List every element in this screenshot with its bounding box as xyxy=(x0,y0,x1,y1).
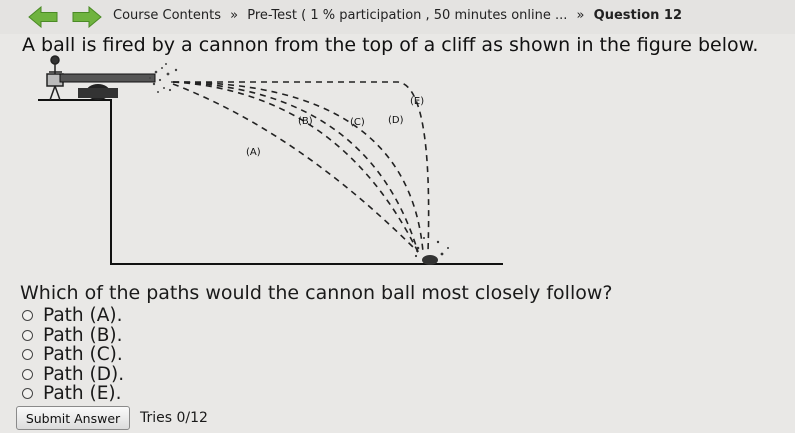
path-label-c: (C) xyxy=(350,117,365,128)
submit-answer-button[interactable]: Submit Answer xyxy=(16,406,130,430)
path-label-a: (A) xyxy=(246,147,261,158)
answer-options: Path (A). Path (B). Path (C). Path (D). … xyxy=(22,305,125,405)
breadcrumb-separator: » xyxy=(230,8,239,23)
path-label-e: (E) xyxy=(410,96,424,107)
option-label: Path (A). xyxy=(43,305,123,327)
path-label-b: (B) xyxy=(298,116,313,127)
impact-burst xyxy=(414,237,449,265)
cannon-icon xyxy=(59,73,156,100)
breadcrumb-course-contents[interactable]: Course Contents xyxy=(113,8,221,23)
radio-button[interactable] xyxy=(22,310,33,322)
cliff-cannon-figure: (A) (B) (C) (D) (E) xyxy=(38,55,503,265)
top-navigation-bar: Course Contents » Pre-Test ( 1 % partici… xyxy=(0,0,795,34)
tries-counter: Tries 0/12 xyxy=(140,410,208,426)
cliff-outline xyxy=(38,99,503,265)
question-prompt: Which of the paths would the cannon ball… xyxy=(20,282,613,304)
path-c-curve xyxy=(172,81,419,253)
path-e-curve xyxy=(173,81,430,253)
option-path-e[interactable]: Path (E). xyxy=(22,383,124,405)
radio-button[interactable] xyxy=(22,368,33,380)
back-arrow-icon[interactable] xyxy=(28,6,58,28)
option-path-d[interactable]: Path (D). xyxy=(22,363,125,385)
option-path-a[interactable]: Path (A). xyxy=(22,305,124,327)
breadcrumb-question: Question 12 xyxy=(593,8,682,23)
path-label-d: (D) xyxy=(388,115,404,126)
breadcrumb-pretest[interactable]: Pre-Test ( 1 % participation , 50 minute… xyxy=(247,8,567,23)
breadcrumb-separator: » xyxy=(576,8,585,23)
option-label: Path (E). xyxy=(43,383,122,405)
option-label: Path (C). xyxy=(43,344,123,366)
radio-button[interactable] xyxy=(22,349,33,361)
option-label: Path (D). xyxy=(43,363,125,385)
radio-button[interactable] xyxy=(22,329,33,341)
option-path-c[interactable]: Path (C). xyxy=(22,344,124,366)
path-a-curve xyxy=(172,83,419,253)
path-d-curve xyxy=(172,81,424,253)
option-path-b[interactable]: Path (B). xyxy=(22,324,124,346)
option-label: Path (B). xyxy=(43,324,123,346)
forward-arrow-icon[interactable] xyxy=(72,6,102,28)
radio-button[interactable] xyxy=(22,388,33,400)
breadcrumb: Course Contents » Pre-Test ( 1 % partici… xyxy=(113,8,682,23)
